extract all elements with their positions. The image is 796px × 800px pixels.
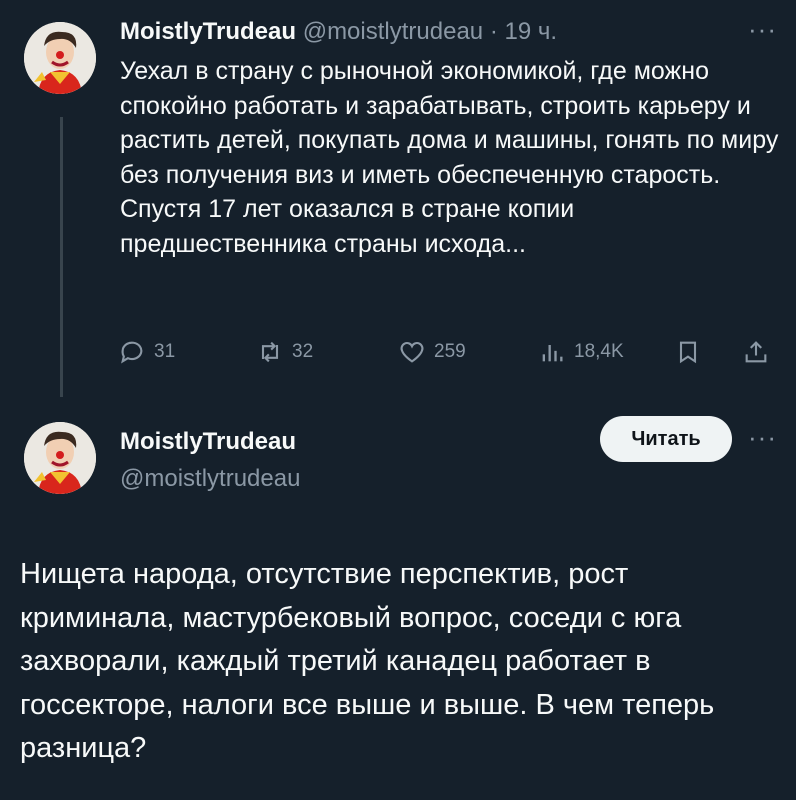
tweet-actions: 31 32 259 18,4K (118, 335, 783, 369)
share-icon (745, 341, 767, 363)
views-icon (542, 345, 563, 362)
tweet-text: Уехал в страну с рыночной экономикой, гд… (120, 57, 779, 258)
bookmark-button[interactable] (674, 335, 710, 369)
like-button[interactable]: 259 (398, 335, 466, 369)
avatar[interactable] (24, 422, 96, 494)
separator: · (489, 18, 498, 45)
repost-icon (261, 341, 279, 363)
follow-button[interactable]: Читать (600, 416, 732, 462)
views-count: 18,4K (574, 341, 624, 362)
bookmark-icon (679, 341, 697, 364)
reply-count: 31 (154, 341, 176, 362)
heart-icon (400, 341, 424, 363)
repost-count: 32 (292, 341, 314, 362)
author-name[interactable]: MoistlyTrudeau (120, 428, 296, 456)
author-handle[interactable]: @moistlytrudeau (303, 18, 483, 45)
more-options-icon[interactable]: ··· (748, 14, 777, 45)
tweet-text: Нищета народа, отсутствие перспектив, ро… (20, 558, 715, 764)
reply-icon (121, 341, 143, 364)
avatar[interactable] (24, 22, 96, 94)
like-count: 259 (434, 341, 466, 362)
repost-button[interactable]: 32 (256, 335, 313, 369)
author-name[interactable]: MoistlyTrudeau (120, 18, 296, 45)
more-options-icon[interactable]: ··· (748, 422, 777, 453)
share-button[interactable] (742, 335, 778, 369)
author-handle[interactable]: @moistlytrudeau (120, 465, 300, 493)
tweet-time[interactable]: 19 ч. (504, 18, 557, 45)
thread-line (60, 117, 63, 397)
tweet-header: MoistlyTrudeau @moistlytrudeau · 19 ч. (120, 18, 557, 46)
views-button[interactable]: 18,4K (538, 335, 624, 369)
reply-button[interactable]: 31 (118, 335, 175, 369)
